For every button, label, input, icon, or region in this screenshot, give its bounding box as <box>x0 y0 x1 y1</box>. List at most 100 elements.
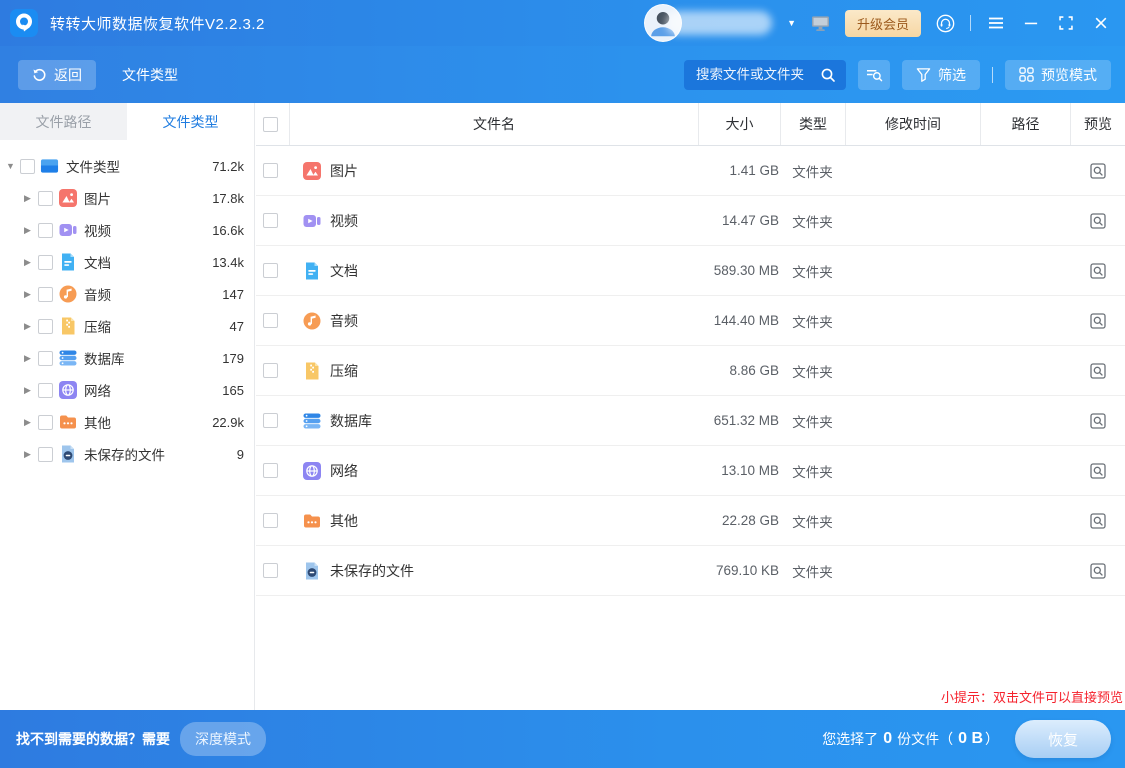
expand-triangle-icon[interactable]: ▶ <box>24 289 38 300</box>
tree-item-checkbox[interactable] <box>38 319 53 334</box>
filter-button[interactable]: 筛选 <box>902 60 980 90</box>
user-account[interactable] <box>644 4 772 42</box>
back-icon <box>32 67 47 82</box>
tree-item-checkbox[interactable] <box>38 447 53 462</box>
row-checkbox[interactable] <box>263 563 278 578</box>
user-name-blurred <box>666 11 772 35</box>
header-type[interactable]: 类型 <box>780 103 845 145</box>
sidebar-tree-item[interactable]: ▶ 未保存的文件 9 <box>0 438 254 470</box>
tree-item-checkbox[interactable] <box>38 255 53 270</box>
expand-triangle-icon[interactable]: ▶ <box>24 385 38 396</box>
table-row[interactable]: 网络 13.10 MB 文件夹 <box>256 446 1125 496</box>
preview-icon[interactable] <box>1090 313 1106 329</box>
row-checkbox[interactable] <box>263 413 278 428</box>
expand-triangle-icon[interactable]: ▶ <box>24 449 38 460</box>
row-checkbox[interactable] <box>263 213 278 228</box>
expand-triangle-icon[interactable]: ▶ <box>24 417 38 428</box>
file-name: 网络 <box>330 461 358 481</box>
header-path[interactable]: 路径 <box>980 103 1070 145</box>
tab-file-path[interactable]: 文件路径 <box>0 103 127 140</box>
preview-icon[interactable] <box>1090 563 1106 579</box>
tree-item-label: 未保存的文件 <box>84 444 165 464</box>
sidebar-tree-item[interactable]: ▶ 网络 165 <box>0 374 254 406</box>
collapse-triangle-icon[interactable]: ▼ <box>6 161 20 171</box>
sidebar-tree-item[interactable]: ▶ 其他 22.9k <box>0 406 254 438</box>
row-checkbox[interactable] <box>263 263 278 278</box>
table-row[interactable]: 音频 144.40 MB 文件夹 <box>256 296 1125 346</box>
preview-icon[interactable] <box>1090 413 1106 429</box>
sidebar-tree-item[interactable]: ▶ 音频 147 <box>0 278 254 310</box>
expand-triangle-icon[interactable]: ▶ <box>24 353 38 364</box>
table-row[interactable]: 视频 14.47 GB 文件夹 <box>256 196 1125 246</box>
tree-item-label: 压缩 <box>84 316 111 336</box>
expand-triangle-icon[interactable]: ▶ <box>24 225 38 236</box>
row-checkbox[interactable] <box>263 463 278 478</box>
tree-item-count: 17.8k <box>212 191 244 206</box>
tree-item-checkbox[interactable] <box>38 415 53 430</box>
close-icon[interactable] <box>1091 13 1111 33</box>
tree-item-checkbox[interactable] <box>38 351 53 366</box>
sidebar-tree-item[interactable]: ▶ 数据库 179 <box>0 342 254 374</box>
db-icon <box>58 349 77 368</box>
tree-root-file-type[interactable]: ▼ 文件类型 71.2k <box>0 150 254 182</box>
advanced-search-button[interactable] <box>858 60 890 90</box>
preview-icon[interactable] <box>1090 363 1106 379</box>
sidebar-tree-item[interactable]: ▶ 图片 17.8k <box>0 182 254 214</box>
tree-item-checkbox[interactable] <box>38 191 53 206</box>
search-input[interactable] <box>684 67 812 82</box>
table-row[interactable]: 文档 589.30 MB 文件夹 <box>256 246 1125 296</box>
table-row[interactable]: 其他 22.28 GB 文件夹 <box>256 496 1125 546</box>
preview-icon[interactable] <box>1090 213 1106 229</box>
header-file-name[interactable]: 文件名 <box>289 103 698 145</box>
preview-mode-button[interactable]: 预览模式 <box>1005 60 1111 90</box>
tree-item-count: 147 <box>222 287 244 302</box>
minimize-icon[interactable] <box>1021 13 1041 33</box>
deep-mode-button[interactable]: 深度模式 <box>180 722 266 756</box>
db-icon <box>302 411 321 430</box>
file-size: 13.10 MB <box>698 463 780 478</box>
file-name: 文档 <box>330 261 358 281</box>
row-checkbox[interactable] <box>263 163 278 178</box>
tree-item-label: 文档 <box>84 252 111 272</box>
expand-triangle-icon[interactable]: ▶ <box>24 257 38 268</box>
menu-icon[interactable] <box>986 13 1006 33</box>
sidebar-tree-item[interactable]: ▶ 文档 13.4k <box>0 246 254 278</box>
header-modified-time[interactable]: 修改时间 <box>845 103 980 145</box>
tab-file-type[interactable]: 文件类型 <box>127 103 254 140</box>
table-row[interactable]: 数据库 651.32 MB 文件夹 <box>256 396 1125 446</box>
file-size: 8.86 GB <box>698 363 780 378</box>
header-size[interactable]: 大小 <box>698 103 780 145</box>
tree-item-checkbox[interactable] <box>38 287 53 302</box>
sidebar-tree-item[interactable]: ▶ 压缩 47 <box>0 310 254 342</box>
expand-triangle-icon[interactable]: ▶ <box>24 193 38 204</box>
maximize-icon[interactable] <box>1056 13 1076 33</box>
search-icon[interactable] <box>820 67 836 83</box>
row-checkbox[interactable] <box>263 313 278 328</box>
account-dropdown-caret-icon[interactable]: ▼ <box>787 18 796 28</box>
file-name: 音频 <box>330 311 358 331</box>
expand-triangle-icon[interactable]: ▶ <box>24 321 38 332</box>
preview-icon[interactable] <box>1090 263 1106 279</box>
table-row[interactable]: 未保存的文件 769.10 KB 文件夹 <box>256 546 1125 596</box>
table-row[interactable]: 压缩 8.86 GB 文件夹 <box>256 346 1125 396</box>
sidebar-tree-item[interactable]: ▶ 视频 16.6k <box>0 214 254 246</box>
select-all-checkbox[interactable] <box>263 117 278 132</box>
preview-icon[interactable] <box>1090 163 1106 179</box>
file-type: 文件夹 <box>780 461 845 481</box>
tree-item-checkbox[interactable] <box>38 383 53 398</box>
preview-icon[interactable] <box>1090 513 1106 529</box>
preview-icon[interactable] <box>1090 463 1106 479</box>
back-button[interactable]: 返回 <box>18 60 96 90</box>
row-checkbox[interactable] <box>263 363 278 378</box>
title-bar: 转转大师数据恢复软件V2.2.3.2 ▼ 升级会员 <box>0 0 1125 46</box>
header-preview[interactable]: 预览 <box>1070 103 1125 145</box>
root-checkbox[interactable] <box>20 159 35 174</box>
row-checkbox[interactable] <box>263 513 278 528</box>
recover-button[interactable]: 恢复 <box>1015 720 1111 758</box>
customer-service-icon[interactable] <box>936 14 955 33</box>
monitor-icon[interactable] <box>811 15 830 32</box>
upgrade-vip-button[interactable]: 升级会员 <box>845 10 921 37</box>
tree-item-count: 9 <box>237 447 244 462</box>
table-row[interactable]: 图片 1.41 GB 文件夹 <box>256 146 1125 196</box>
tree-item-checkbox[interactable] <box>38 223 53 238</box>
